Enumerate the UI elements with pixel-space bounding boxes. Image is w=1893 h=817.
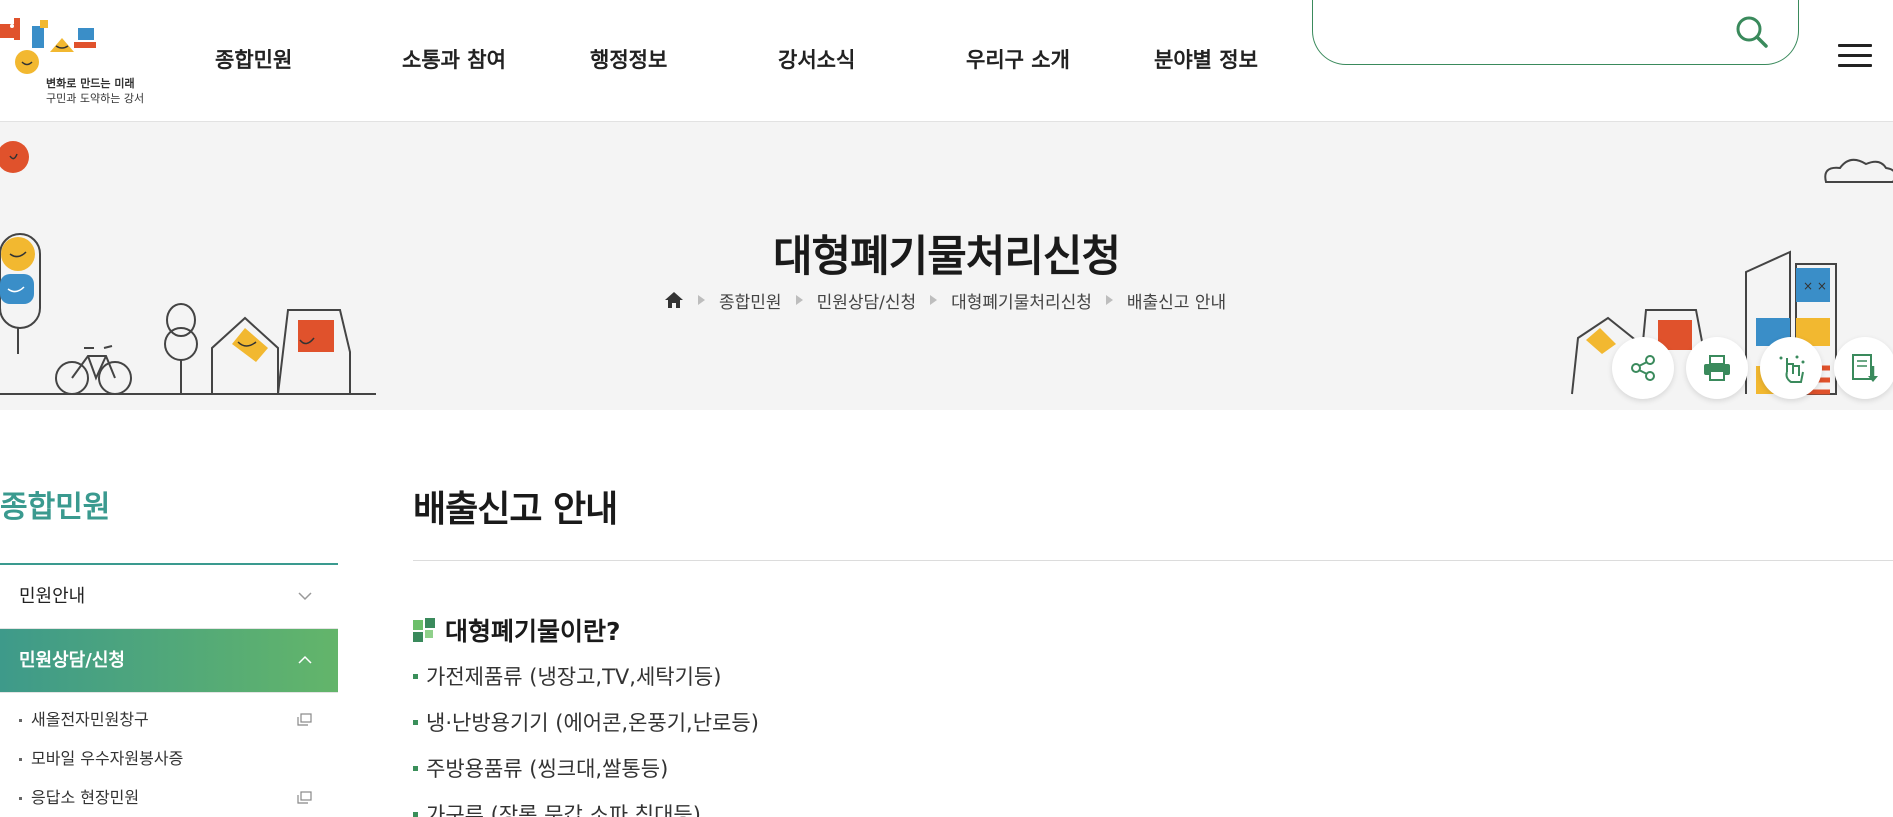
bullet-marker: [413, 812, 418, 817]
content-title: 배출신고 안내: [413, 489, 618, 530]
list-item: 냉·난방용기기 (에어콘,온풍기,난로등): [413, 700, 759, 746]
breadcrumb-item[interactable]: 종합민원: [719, 288, 782, 313]
sidebar-submenu: 새올전자민원창구 모바일 우수자원봉사증 응답소 현장민원: [0, 693, 338, 817]
site-header: 변화로 만드는 미래 구민과 도약하는 강서 종합민원 소통과 참여 행정정보 …: [0, 0, 1893, 122]
nav-item-about[interactable]: 우리구 소개: [966, 40, 1070, 80]
svg-text:× ×: × ×: [1803, 279, 1827, 293]
print-icon: [1704, 355, 1730, 381]
sidebar-item-civil-consult[interactable]: 민원상담/신청: [0, 629, 338, 693]
section-heading: 대형폐기물이란?: [413, 612, 621, 648]
breadcrumb-separator: [698, 295, 705, 305]
chevron-up-icon: [298, 655, 312, 664]
list-item: 주방용품류 (씽크대,쌀통등): [413, 746, 759, 792]
logo-slogan-line1: 변화로 만드는 미래: [46, 77, 135, 90]
site-logo[interactable]: 변화로 만드는 미래 구민과 도약하는 강서: [0, 16, 150, 105]
nav-item-admin-info[interactable]: 행정정보: [590, 40, 667, 80]
breadcrumb-separator: [930, 295, 938, 305]
sidebar-item-label: 민원안내: [19, 586, 86, 607]
section-squares-icon: [413, 618, 435, 642]
menu-button[interactable]: [1838, 44, 1872, 74]
accessibility-icon: [1779, 355, 1805, 383]
title-divider: [413, 560, 1893, 561]
sidebar-menu: 민원안내 민원상담/신청 새올전자민원창구 모바일 우수자원봉사증 응답소 현장…: [0, 563, 338, 817]
list-item-text: 가전제품류 (냉장고,TV,세탁기등): [426, 665, 722, 689]
breadcrumb-item[interactable]: 대형폐기물처리신청: [951, 288, 1092, 313]
page-visual: 대형폐기물처리신청 종합민원 민원상담/신청 대형폐기물처리신청 배출신고 안내…: [0, 122, 1893, 410]
search-button[interactable]: [1732, 12, 1772, 52]
share-icon: [1631, 355, 1655, 381]
breadcrumb-separator: [795, 295, 803, 305]
search-icon: [1736, 16, 1768, 48]
bullet-marker: [413, 720, 418, 725]
submenu-item[interactable]: 응답소 현장민원: [0, 778, 338, 817]
sidebar-item-label: 민원상담/신청: [19, 650, 125, 671]
breadcrumb: 종합민원 민원상담/신청 대형폐기물처리신청 배출신고 안내: [664, 288, 1227, 313]
submenu-item-label: 응답소 현장민원: [31, 788, 140, 807]
bullet-marker: [413, 766, 418, 771]
list-item-text: 주방용품류 (씽크대,쌀통등): [426, 757, 669, 781]
hamburger-line: [1838, 54, 1872, 57]
bullet-dot: [19, 797, 22, 800]
share-button[interactable]: [1612, 337, 1674, 399]
hamburger-icon: [1838, 44, 1872, 47]
submenu-item[interactable]: 새올전자민원창구: [0, 700, 338, 739]
submenu-item-label: 새올전자민원창구: [31, 710, 149, 729]
new-window-icon: [297, 791, 312, 804]
sidebar-item-civil-guide[interactable]: 민원안내: [0, 565, 338, 629]
search-input[interactable]: [1341, 14, 1721, 50]
new-window-icon: [297, 713, 312, 726]
accessibility-button[interactable]: [1760, 337, 1822, 399]
hamburger-line: [1838, 64, 1872, 67]
list-item-text: 가구류 (장롱,문갑,소파,침대등): [426, 803, 701, 817]
waste-category-list: 가전제품류 (냉장고,TV,세탁기등) 냉·난방용기기 (에어콘,온풍기,난로등…: [413, 654, 759, 817]
main-content: 배출신고 안내 대형폐기물이란? 가전제품류 (냉장고,TV,세탁기등) 냉·난…: [413, 410, 1893, 817]
nav-item-news[interactable]: 강서소식: [778, 40, 855, 80]
breadcrumb-separator: [1105, 295, 1113, 305]
breadcrumb-item[interactable]: 민원상담/신청: [817, 288, 917, 313]
logo-slogan: 변화로 만드는 미래 구민과 도약하는 강서: [46, 76, 144, 106]
download-button[interactable]: [1834, 337, 1893, 399]
logo-slogan-line2: 구민과 도약하는 강서: [46, 92, 145, 105]
list-item: 가전제품류 (냉장고,TV,세탁기등): [413, 654, 759, 700]
bullet-marker: [413, 674, 418, 679]
chevron-down-icon: [298, 592, 312, 601]
section-title: 대형폐기물이란?: [445, 617, 621, 646]
sidebar-title: 종합민원: [0, 490, 111, 525]
submenu-item[interactable]: 모바일 우수자원봉사증: [0, 739, 338, 778]
download-icon: [1852, 354, 1878, 382]
breadcrumb-current: 배출신고 안내: [1126, 292, 1227, 313]
print-button[interactable]: [1686, 337, 1748, 399]
submenu-item-label: 모바일 우수자원봉사증: [31, 749, 184, 768]
nav-item-civil-service[interactable]: 종합민원: [215, 40, 292, 80]
list-item-text: 냉·난방용기기 (에어콘,온풍기,난로등): [426, 711, 759, 735]
search-box: [1312, 0, 1799, 65]
sidebar: 종합민원 민원안내 민원상담/신청 새올전자민원창구 모바일 우수자원봉사증 응…: [0, 410, 338, 817]
nav-item-communication[interactable]: 소통과 참여: [402, 40, 506, 80]
nav-item-field-info[interactable]: 분야별 정보: [1154, 40, 1258, 80]
home-icon[interactable]: [664, 291, 684, 309]
list-item: 가구류 (장롱,문갑,소파,침대등): [413, 792, 759, 817]
bullet-dot: [19, 758, 22, 761]
bullet-dot: [19, 719, 22, 722]
